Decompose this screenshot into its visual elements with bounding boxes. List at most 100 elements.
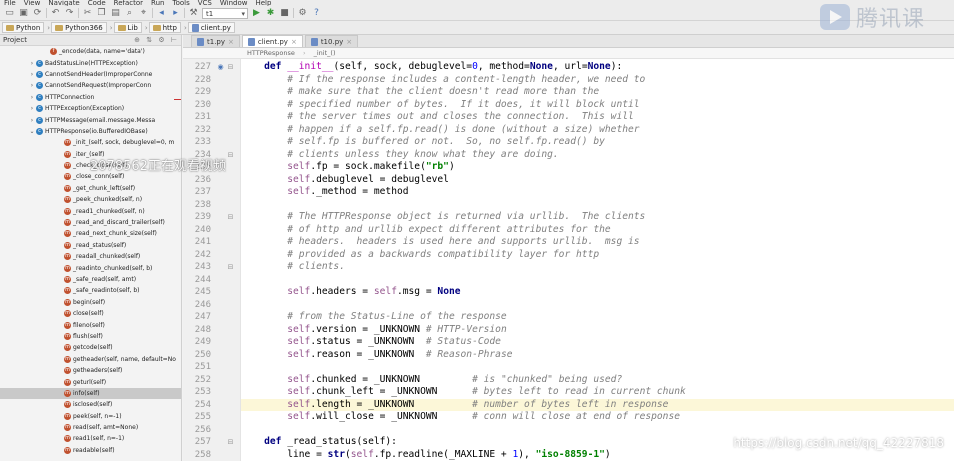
tree-item[interactable]: f _encode(data, name='data')	[0, 46, 181, 57]
tree-item[interactable]: m _read_and_discard_trailer(self)	[0, 217, 181, 228]
tree-item[interactable]: m peek(self, n=-1)	[0, 411, 181, 422]
editor-tab[interactable]: t10.py ×	[304, 35, 359, 47]
code-line[interactable]: self.chunk_left = _UNKNOWN # bytes left …	[241, 386, 954, 399]
replace-icon[interactable]: ⌖	[138, 8, 149, 19]
fold-icon[interactable]: ⊟	[227, 264, 234, 271]
code-line[interactable]: # happen if a self.fp.read() is done (wi…	[241, 124, 954, 137]
build-icon[interactable]: ⚒	[188, 8, 199, 19]
tree-item[interactable]: m _read_next_chunk_size(self)	[0, 228, 181, 239]
code-line[interactable]: self.will_close = _UNKNOWN # conn will c…	[241, 411, 954, 424]
code-line[interactable]: self.fp = sock.makefile("rb")	[241, 161, 954, 174]
expand-arrow-icon[interactable]: ⌄	[28, 128, 36, 135]
editor-tab[interactable]: t1.py ×	[191, 35, 240, 47]
tree-item[interactable]: m read(self, amt=None)	[0, 422, 181, 433]
code-line[interactable]: # specified number of bytes. If it does,…	[241, 99, 954, 112]
fold-icon[interactable]: ⊟	[227, 64, 234, 71]
close-tab-icon[interactable]: ×	[346, 38, 352, 46]
expand-arrow-icon[interactable]: ›	[28, 94, 36, 101]
paste-icon[interactable]: ▤	[110, 8, 121, 19]
close-tab-icon[interactable]: ×	[228, 38, 234, 46]
tree-item[interactable]: m getheaders(self)	[0, 365, 181, 376]
tree-item[interactable]: m getcode(self)	[0, 342, 181, 353]
tree-item[interactable]: m _readall_chunked(self)	[0, 251, 181, 262]
redo-icon[interactable]: ↷	[64, 8, 75, 19]
tree-item[interactable]: m _read1_chunked(self, n)	[0, 205, 181, 216]
nav-crumb[interactable]: client.py	[187, 22, 235, 33]
close-tab-icon[interactable]: ×	[291, 38, 297, 46]
code-line[interactable]: # make sure that the client doesn't read…	[241, 86, 954, 99]
tree-item[interactable]: m read1(self, n=-1)	[0, 433, 181, 444]
code-line[interactable]: self.reason = _UNKNOWN # Reason-Phrase	[241, 349, 954, 362]
tree-item[interactable]: m _read_status(self)	[0, 240, 181, 251]
code-line[interactable]	[241, 274, 954, 287]
tree-item[interactable]: ⌄ c HTTPResponse(io.BufferedIOBase)	[0, 126, 181, 137]
code-line[interactable]	[241, 361, 954, 374]
code-line[interactable]: # headers. headers is used here and supp…	[241, 236, 954, 249]
code-line[interactable]: self.headers = self.msg = None	[241, 286, 954, 299]
code-line[interactable]: self.length = _UNKNOWN # number of bytes…	[241, 398, 954, 411]
code-line[interactable]: # clients.	[241, 261, 954, 274]
editor-tab[interactable]: client.py ×	[241, 35, 303, 47]
tree-item[interactable]: m getheader(self, name, default=No	[0, 354, 181, 365]
code-line[interactable]: self.version = _UNKNOWN # HTTP-Version	[241, 324, 954, 337]
tree-item[interactable]: m _readinto_chunked(self, b)	[0, 262, 181, 273]
code-line[interactable]: # clients unless they know what they are…	[241, 149, 954, 162]
tree-item[interactable]: m _safe_read(self, amt)	[0, 274, 181, 285]
fold-icon[interactable]: ⊟	[227, 214, 234, 221]
tree-item[interactable]: › c HTTPConnection	[0, 92, 181, 103]
code-line[interactable]: # from the Status-Line of the response	[241, 311, 954, 324]
copy-icon[interactable]: ❐	[96, 8, 107, 19]
tree-item[interactable]: m begin(self)	[0, 297, 181, 308]
code-line[interactable]: def __init__(self, sock, debuglevel=0, m…	[241, 61, 954, 74]
code-line[interactable]	[241, 199, 954, 212]
nav-crumb[interactable]: http	[148, 22, 181, 33]
find-icon[interactable]: ⌕	[124, 8, 135, 19]
code-line[interactable]: # provided as a backwards compatibility …	[241, 249, 954, 262]
tree-item[interactable]: m _init_(self, sock, debuglevel=0, m	[0, 137, 181, 148]
code-line[interactable]: line = str(self.fp.readline(_MAXLINE + 1…	[241, 449, 954, 461]
code-line[interactable]	[241, 299, 954, 312]
code-line[interactable]	[241, 424, 954, 437]
open-folder-icon[interactable]: ▭	[4, 8, 15, 19]
code-line[interactable]: self.status = _UNKNOWN # Status-Code	[241, 336, 954, 349]
hide-panel-icon[interactable]: ⊢	[171, 36, 177, 44]
forward-icon[interactable]: ▸	[170, 8, 181, 19]
tree-item[interactable]: › c HTTPException(Exception)	[0, 103, 181, 114]
expand-arrow-icon[interactable]: ›	[28, 71, 36, 78]
save-icon[interactable]: ▣	[18, 8, 29, 19]
tree-item[interactable]: m _get_chunk_left(self)	[0, 183, 181, 194]
tree-item[interactable]: › c BadStatusLine(HTTPException)	[0, 57, 181, 68]
help-icon[interactable]: ?	[311, 8, 322, 19]
fold-icon[interactable]: ⊟	[227, 151, 234, 159]
run-icon[interactable]: ▶	[251, 8, 262, 19]
code-line[interactable]: self.debuglevel = debuglevel	[241, 174, 954, 187]
debug-icon[interactable]: ✱	[265, 8, 276, 19]
sync-icon[interactable]: ⟳	[32, 8, 43, 19]
settings-icon[interactable]: ⚙	[297, 8, 308, 19]
run-config-select[interactable]: t1	[202, 7, 248, 19]
collapse-all-icon[interactable]: ⇅	[146, 36, 152, 44]
code-line[interactable]: self._method = method	[241, 186, 954, 199]
tree-item[interactable]: m isclosed(self)	[0, 399, 181, 410]
code-editor[interactable]: def __init__(self, sock, debuglevel=0, m…	[241, 59, 954, 461]
tree-item[interactable]: › c CannotSendHeader(ImproperConne	[0, 69, 181, 80]
cut-icon[interactable]: ✂	[82, 8, 93, 19]
tree-item[interactable]: › c HTTPMessage(email.message.Messa	[0, 114, 181, 125]
expand-arrow-icon[interactable]: ›	[28, 105, 36, 112]
scroll-from-source-icon[interactable]: ⊕	[134, 36, 140, 44]
nav-crumb[interactable]: Python	[2, 22, 45, 33]
code-line[interactable]: # self.fp is buffered or not. So, no sel…	[241, 136, 954, 149]
expand-arrow-icon[interactable]: ›	[28, 60, 36, 67]
tree-item[interactable]: m readable(self)	[0, 445, 181, 456]
fold-icon[interactable]: ⊟	[227, 439, 234, 446]
tree-item[interactable]: m _safe_readinto(self, b)	[0, 285, 181, 296]
code-line[interactable]: # The HTTPResponse object is returned vi…	[241, 211, 954, 224]
expand-arrow-icon[interactable]: ›	[28, 82, 36, 89]
tree-item[interactable]: › c CannotSendRequest(ImproperConn	[0, 80, 181, 91]
tree-item[interactable]: m fileno(self)	[0, 319, 181, 330]
undo-icon[interactable]: ↶	[50, 8, 61, 19]
tree-item[interactable]: m close(self)	[0, 308, 181, 319]
breadcrumb-method[interactable]: _init_()	[314, 49, 336, 57]
settings-icon[interactable]: ⚙	[158, 36, 164, 44]
back-icon[interactable]: ◂	[156, 8, 167, 19]
